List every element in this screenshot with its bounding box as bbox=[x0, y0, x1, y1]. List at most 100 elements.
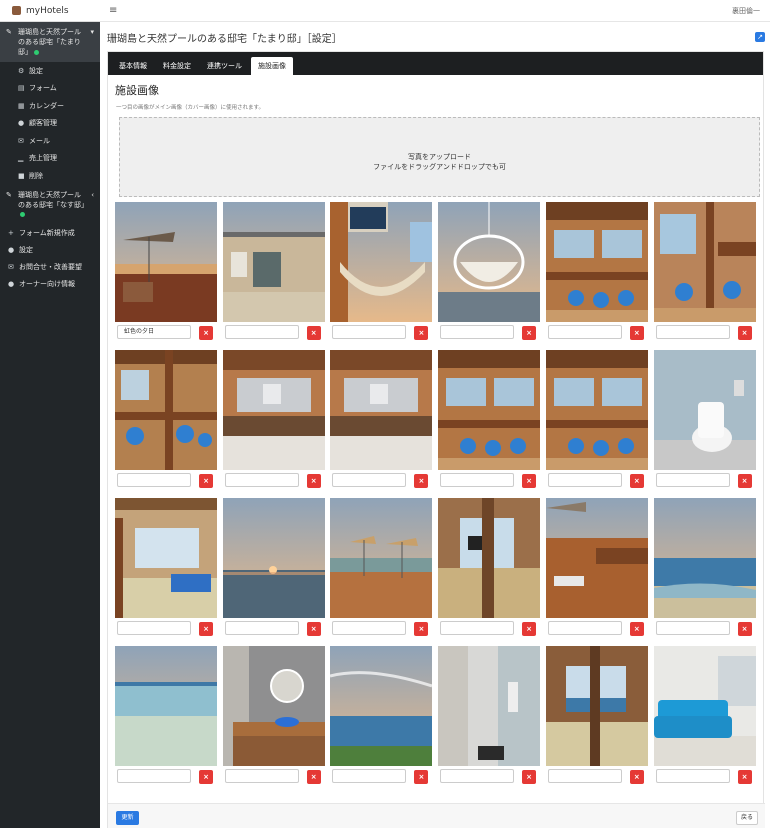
photo-caption-input[interactable] bbox=[332, 621, 407, 635]
photo-caption-input[interactable]: 虹色の夕日 bbox=[117, 325, 191, 339]
photo-caption-input[interactable] bbox=[655, 473, 730, 487]
sidebar-sub-item[interactable]: ▁ 売上管理 bbox=[0, 150, 100, 168]
sidebar-sub-item[interactable]: ⚙ 設定 bbox=[0, 62, 100, 80]
sidebar-nav-item[interactable]: + フォーム新規作成 bbox=[0, 225, 100, 242]
photo-thumbnail[interactable] bbox=[115, 350, 217, 470]
photo-caption-input[interactable] bbox=[547, 325, 622, 339]
tab-0[interactable]: 基本情報 bbox=[112, 57, 154, 75]
delete-photo-button[interactable]: × bbox=[737, 770, 752, 784]
photo-thumbnail[interactable] bbox=[545, 498, 648, 618]
photo-thumbnail[interactable] bbox=[653, 202, 756, 322]
photo-thumbnail[interactable] bbox=[330, 646, 433, 766]
brand[interactable]: myHotels bbox=[0, 0, 100, 22]
delete-photo-button[interactable]: × bbox=[199, 326, 213, 340]
sidebar-sub-item[interactable]: ▦ カレンダー bbox=[0, 97, 100, 115]
tab-3[interactable]: 施設画像 bbox=[251, 57, 293, 75]
delete-photo-button[interactable]: × bbox=[306, 474, 321, 488]
photo-thumbnail[interactable] bbox=[330, 498, 433, 618]
photo-thumbnail[interactable] bbox=[438, 350, 541, 470]
tab-1[interactable]: 料金設定 bbox=[156, 57, 198, 75]
sidebar-item-label: お問合せ・改善要望 bbox=[19, 263, 82, 271]
delete-photo-button[interactable]: × bbox=[629, 622, 644, 636]
photo-thumbnail[interactable] bbox=[115, 202, 217, 322]
photo-thumbnail[interactable] bbox=[222, 350, 325, 470]
delete-photo-button[interactable]: × bbox=[199, 770, 213, 784]
photo-thumbnail[interactable] bbox=[222, 202, 325, 322]
photo-caption-input[interactable] bbox=[440, 325, 515, 339]
photo-thumbnail[interactable] bbox=[653, 646, 756, 766]
photo-caption-input[interactable] bbox=[655, 325, 730, 339]
photo-thumbnail[interactable] bbox=[222, 498, 325, 618]
delete-photo-button[interactable]: × bbox=[737, 326, 752, 340]
delete-photo-button[interactable]: × bbox=[306, 326, 321, 340]
delete-photo-button[interactable]: × bbox=[306, 770, 321, 784]
delete-photo-button[interactable]: × bbox=[522, 326, 537, 340]
tab-2[interactable]: 連携ツール bbox=[200, 57, 249, 75]
photo-caption-input[interactable] bbox=[332, 473, 407, 487]
photo-thumbnail[interactable] bbox=[222, 646, 325, 766]
photo-thumbnail[interactable] bbox=[653, 498, 756, 618]
photo-caption-input[interactable] bbox=[224, 325, 299, 339]
delete-photo-button[interactable]: × bbox=[737, 474, 752, 488]
delete-photo-button[interactable]: × bbox=[629, 326, 644, 340]
sidebar-nav-item[interactable]: ✉ お問合せ・改善要望 bbox=[0, 259, 100, 276]
sidebar-nav-item[interactable]: ● 設定 bbox=[0, 242, 100, 259]
photo-caption-input[interactable] bbox=[224, 769, 299, 783]
delete-photo-button[interactable]: × bbox=[199, 474, 213, 488]
photo-caption-input[interactable] bbox=[655, 621, 730, 635]
user-menu[interactable]: 裏田倫一 bbox=[732, 6, 760, 16]
photo-thumbnail[interactable] bbox=[545, 350, 648, 470]
delete-photo-button[interactable]: × bbox=[199, 622, 213, 636]
photo-card: × bbox=[653, 646, 756, 786]
delete-photo-button[interactable]: × bbox=[522, 770, 537, 784]
upload-dropzone[interactable]: 写真をアップロード ファイルをドラッグアンドドロップでも可 bbox=[119, 117, 760, 197]
sidebar-sub-item[interactable]: ■ 削除 bbox=[0, 167, 100, 185]
photo-caption-input[interactable] bbox=[440, 621, 515, 635]
photo-thumbnail[interactable] bbox=[115, 646, 217, 766]
photo-caption-input[interactable] bbox=[655, 769, 730, 783]
photo-thumbnail[interactable] bbox=[438, 202, 541, 322]
delete-photo-button[interactable]: × bbox=[629, 474, 644, 488]
delete-photo-button[interactable]: × bbox=[414, 326, 429, 340]
sidebar-hotel-nasu[interactable]: ✎ 珊瑚島と天然プールのある邸宅「なす邸」 ‹ bbox=[0, 185, 100, 225]
delete-photo-button[interactable]: × bbox=[629, 770, 644, 784]
photo-caption-input[interactable] bbox=[117, 473, 191, 487]
photo-thumbnail[interactable] bbox=[653, 350, 756, 470]
delete-photo-button[interactable]: × bbox=[414, 770, 429, 784]
sidebar-sub-item[interactable]: ✉ メール bbox=[0, 132, 100, 150]
photo-caption-input[interactable] bbox=[224, 621, 299, 635]
photo-thumbnail[interactable] bbox=[115, 498, 217, 618]
photo-caption-input[interactable] bbox=[117, 769, 191, 783]
photo-thumbnail[interactable] bbox=[545, 646, 648, 766]
photo-thumbnail[interactable] bbox=[438, 498, 541, 618]
delete-photo-button[interactable]: × bbox=[522, 474, 537, 488]
photo-card: × bbox=[438, 498, 541, 638]
photo-caption-input[interactable] bbox=[332, 325, 407, 339]
delete-photo-button[interactable]: × bbox=[414, 474, 429, 488]
photo-caption-input[interactable] bbox=[547, 473, 622, 487]
delete-photo-button[interactable]: × bbox=[522, 622, 537, 636]
delete-photo-button[interactable]: × bbox=[737, 622, 752, 636]
photo-thumbnail[interactable] bbox=[330, 202, 433, 322]
photo-caption-input[interactable] bbox=[117, 621, 191, 635]
photo-thumbnail[interactable] bbox=[545, 202, 648, 322]
sidebar-nav-item[interactable]: ● オーナー向け情報 bbox=[0, 276, 100, 293]
photo-caption-input[interactable] bbox=[440, 769, 515, 783]
sidebar-sub-item[interactable]: ● 顧客管理 bbox=[0, 115, 100, 133]
delete-photo-button[interactable]: × bbox=[414, 622, 429, 636]
delete-photo-button[interactable]: × bbox=[306, 622, 321, 636]
photo-caption-input[interactable] bbox=[440, 473, 515, 487]
sidebar-hotel-tamari[interactable]: ✎ 珊瑚島と天然プールのある邸宅「たまり邸」 ▾ bbox=[0, 22, 100, 62]
photo-caption-input[interactable] bbox=[224, 473, 299, 487]
external-link-icon[interactable]: ↗ bbox=[755, 32, 765, 42]
photo-caption-input[interactable] bbox=[547, 621, 622, 635]
photo-thumbnail[interactable] bbox=[330, 350, 433, 470]
photo-caption-input[interactable] bbox=[332, 769, 407, 783]
photo-caption-input[interactable] bbox=[547, 769, 622, 783]
menu-icon[interactable]: ≡ bbox=[109, 5, 117, 16]
photo-thumbnail[interactable] bbox=[438, 646, 541, 766]
back-button[interactable]: 戻る bbox=[736, 811, 758, 825]
update-button[interactable]: 更新 bbox=[116, 811, 139, 825]
sidebar-sub-item[interactable]: ▤ フォーム bbox=[0, 80, 100, 98]
gear-icon: ⚙ bbox=[18, 66, 25, 75]
